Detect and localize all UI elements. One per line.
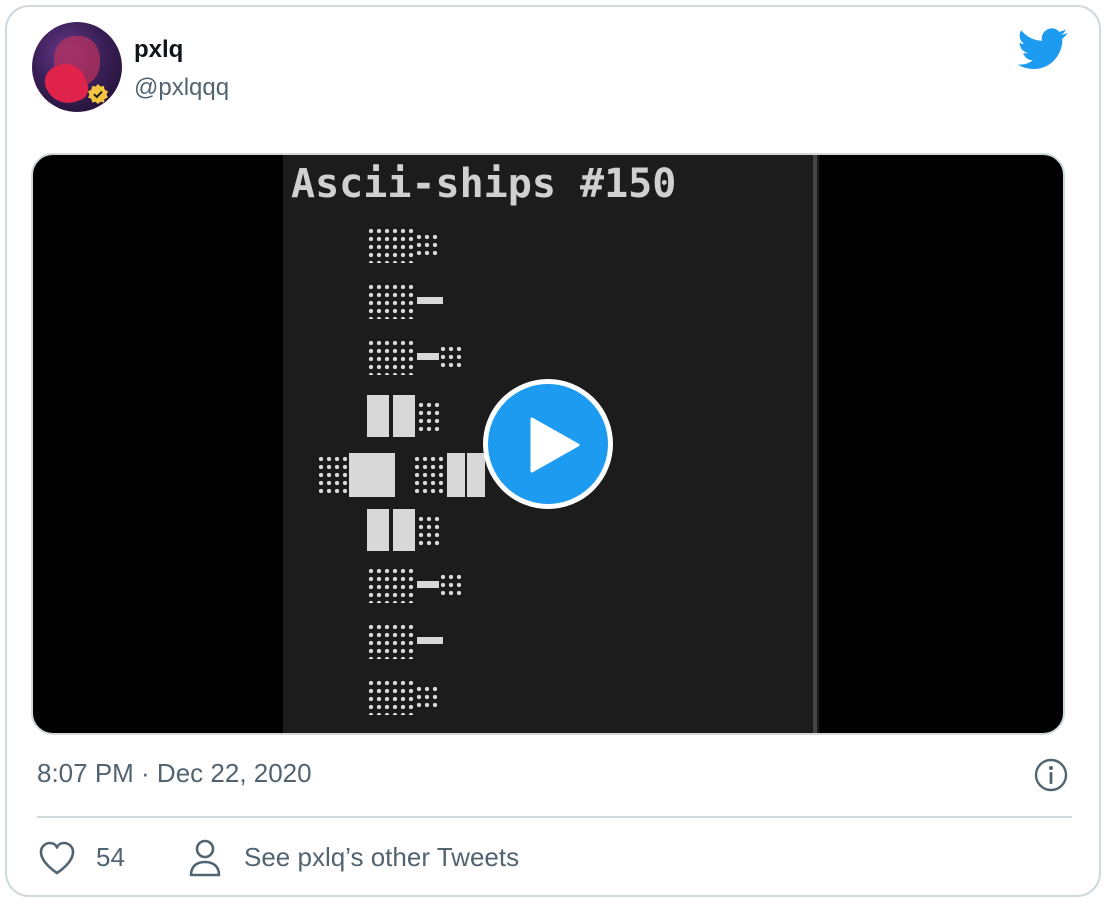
verified-badge-icon: [88, 84, 108, 104]
heart-icon[interactable]: [38, 840, 76, 876]
ship-segment: [417, 353, 439, 360]
ship-segment: [417, 581, 439, 588]
see-other-tweets-link[interactable]: See pxlq’s other Tweets: [244, 842, 519, 873]
ship-segment: [417, 637, 443, 644]
ship-segment: [367, 227, 415, 263]
ship-segment: [367, 567, 415, 603]
ship-segment: [393, 395, 415, 437]
ship-segment: [317, 455, 349, 495]
ship-segment: [415, 685, 439, 709]
ship-segment: [413, 455, 445, 495]
ship-segment: [439, 573, 463, 597]
ship-segment: [367, 679, 415, 715]
ship-segment: [367, 339, 415, 375]
ship-segment: [367, 623, 415, 659]
ship-segment: [417, 401, 441, 433]
ship-segment: [467, 453, 485, 497]
ship-segment: [415, 233, 439, 257]
video-player[interactable]: Ascii-ships #150: [31, 153, 1065, 735]
person-icon[interactable]: [188, 838, 222, 878]
ship-segment: [367, 509, 389, 551]
info-icon[interactable]: [1034, 758, 1068, 792]
author-handle[interactable]: @pxlqqq: [134, 74, 229, 102]
avatar[interactable]: [32, 22, 122, 112]
play-button[interactable]: [483, 379, 613, 509]
ship-segment: [417, 515, 441, 547]
divider: [37, 816, 1072, 818]
twitter-bird-icon[interactable]: [1018, 28, 1068, 70]
ship-segment: [439, 345, 463, 369]
ship-segment: [417, 297, 443, 304]
author-name[interactable]: pxlq: [134, 36, 183, 64]
ship-segment: [367, 395, 389, 437]
tweet-timestamp[interactable]: 8:07 PM · Dec 22, 2020: [37, 758, 312, 789]
video-frame-edge: [813, 155, 817, 733]
like-count[interactable]: 54: [96, 842, 125, 873]
ship-segment: [393, 509, 415, 551]
play-icon: [530, 417, 580, 473]
video-frame-text: Ascii-ships #150: [291, 161, 677, 207]
ship-segment: [367, 283, 415, 319]
ship-segment: [447, 453, 465, 497]
ship-segment: [349, 453, 395, 497]
